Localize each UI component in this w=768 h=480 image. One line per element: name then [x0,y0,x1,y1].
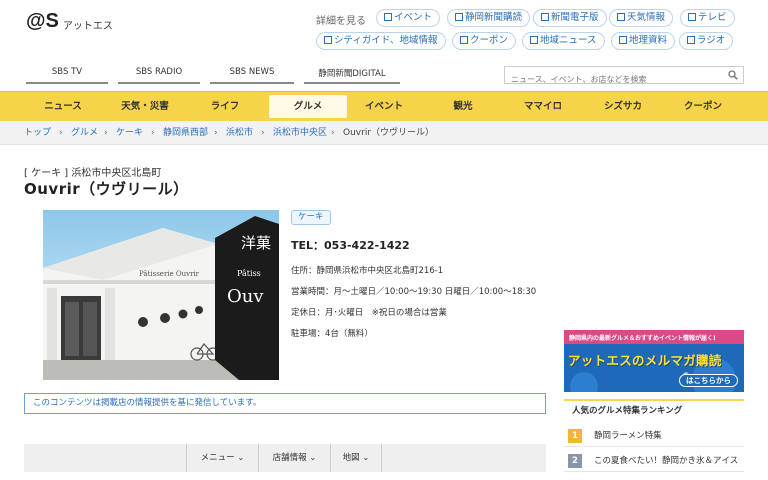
top-link-localnews[interactable]: 地域ニュース [522,32,605,50]
more-label: 詳細を見る [316,16,366,27]
shop-closed: 定休日：月･火曜日 ※祝日の場合は営業 [291,308,447,318]
search-icon[interactable] [728,70,738,80]
link-icon [541,13,549,21]
ranking-title: 人気のグルメ特集ランキング [564,399,744,421]
chevron-down-icon: ⌄ [237,453,245,463]
ranking-label: この夏食べたい！静岡かき氷＆アイス [594,456,739,466]
link-icon [687,36,695,44]
media-tabs: SBS TV SBS RADIO SBS NEWS 静岡新聞DIGITAL [26,67,400,84]
breadcrumb-cake[interactable]: ケーキ [116,121,143,145]
ranking-item-1[interactable]: 1 静岡ラーメン特集 [564,425,744,447]
breadcrumb-hamamatsu[interactable]: 浜松市 [226,121,253,145]
link-icon [324,36,332,44]
sign-text-mid: Pâtiss [237,269,261,278]
nav-mamairo[interactable]: ママイロ [504,95,582,118]
link-icon [619,36,627,44]
mailmagazine-banner[interactable]: 静岡県内の最新グルメ＆おすすめイベント情報が届く! アットエスのメルマガ購読 は… [564,330,744,392]
link-icon [530,36,538,44]
top-link-cityguide[interactable]: シティガイド、地域情報 [316,32,446,50]
search-input[interactable] [505,71,715,88]
top-link-coupon[interactable]: クーポン [452,32,517,50]
top-link-event[interactable]: イベント [376,9,441,27]
logo-mark: @S [26,10,59,32]
breadcrumb-chuo[interactable]: 浜松市中央区 [273,121,327,145]
detail-tabs: メニュー ⌄ 店舗情報 ⌄ 地図 ⌄ [24,444,546,472]
sign-text-top: 洋菓 [241,234,271,252]
link-icon [617,13,625,21]
nav-gourmet[interactable]: グルメ [269,95,347,118]
media-tab-shizuoka-digital[interactable]: 静岡新聞DIGITAL [304,67,400,84]
logo-text: アットエス [62,21,113,32]
link-icon [688,13,696,21]
breadcrumb-gourmet[interactable]: グルメ [71,121,98,145]
shop-photo[interactable]: 洋菓 Pâtiss Ouv Pâtisserie Ouvrir [43,210,279,380]
breadcrumb: トップ › グルメ › ケーキ › 静岡県西部 › 浜松市 › 浜松市中央区 ›… [0,121,768,145]
wall-logo-text: Pâtisserie Ouvrir [139,270,200,278]
media-tab-sbs-news[interactable]: SBS NEWS [210,67,294,84]
shop-tel[interactable]: TEL：053-422-1422 [291,237,410,253]
rank-badge: 2 [568,454,582,468]
top-link-weather[interactable]: 天気情報 [609,9,674,27]
ranking-item-2[interactable]: 2 この夏食べたい！静岡かき氷＆アイス [564,450,744,472]
media-tab-sbs-tv[interactable]: SBS TV [26,67,108,84]
content-notice: このコンテンツは掲載店の情報提供を基に発信しています。 [24,393,546,414]
shop-building-illustration: 洋菓 Pâtiss Ouv Pâtisserie Ouvrir [43,210,279,380]
link-icon [460,36,468,44]
tab-shop-info[interactable]: 店舗情報 ⌄ [258,444,330,472]
nav-weather[interactable]: 天気・災害 [106,95,184,118]
link-icon [455,13,463,21]
nav-shizusaka[interactable]: シズサカ [584,95,662,118]
search-box [504,66,744,88]
nav-news[interactable]: ニュース [24,95,102,118]
chevron-down-icon: ⌄ [309,453,317,463]
global-nav: ニュース 天気・災害 ライフ グルメ イベント 観光 ママイロ シズサカ クーポ… [0,91,768,121]
top-link-tv[interactable]: テレビ [680,9,735,27]
nav-event[interactable]: イベント [345,95,423,118]
breadcrumb-chevron-icon: › [261,128,265,138]
breadcrumb-current: Ouvrir（ウヴリール） [343,128,435,138]
site-logo[interactable]: @S アットエス [26,10,113,33]
top-link-subscribe[interactable]: 静岡新聞購読 [447,9,531,27]
nav-life[interactable]: ライフ [186,95,264,118]
nav-sightseeing[interactable]: 観光 [424,95,502,118]
breadcrumb-chevron-icon: › [331,128,335,138]
tab-map[interactable]: 地図 ⌄ [330,444,382,472]
category-badge[interactable]: ケーキ [291,210,331,225]
page-title: Ouvrir（ウヴリール） [24,180,189,198]
banner-title: アットエスのメルマガ購読 [568,353,722,368]
breadcrumb-chevron-icon: › [59,128,63,138]
category-location: [ ケーキ ] 浜松市中央区北島町 [24,168,162,179]
nav-coupon[interactable]: クーポン [664,95,742,118]
link-icon [384,13,392,21]
breadcrumb-west[interactable]: 静岡県西部 [163,121,208,145]
breadcrumb-chevron-icon: › [151,128,155,138]
ranking-label: 静岡ラーメン特集 [594,431,662,441]
sign-text-big: Ouv [227,286,264,307]
banner-tagline: 静岡県内の最新グルメ＆おすすめイベント情報が届く! [569,335,716,342]
breadcrumb-top[interactable]: トップ [24,121,51,145]
media-tab-sbs-radio[interactable]: SBS RADIO [118,67,200,84]
banner-cta-button[interactable]: はこちらから [679,374,738,387]
top-link-radio[interactable]: ラジオ [679,32,734,50]
rank-badge: 1 [568,429,582,443]
shop-address: 住所：静岡県浜松市中央区北島町216-1 [291,266,444,276]
chevron-down-icon: ⌄ [362,453,370,463]
top-link-geo[interactable]: 地理資料 [611,32,676,50]
top-link-digital[interactable]: 新聞電子版 [533,9,607,27]
shop-parking: 駐車場：4台（無料） [291,329,373,339]
breadcrumb-chevron-icon: › [104,128,108,138]
shop-hours: 営業時間：月〜土曜日／10:00〜19:30 日曜日／10:00〜18:30 [291,287,537,297]
tab-menu[interactable]: メニュー ⌄ [186,444,258,472]
breadcrumb-chevron-icon: › [214,128,218,138]
